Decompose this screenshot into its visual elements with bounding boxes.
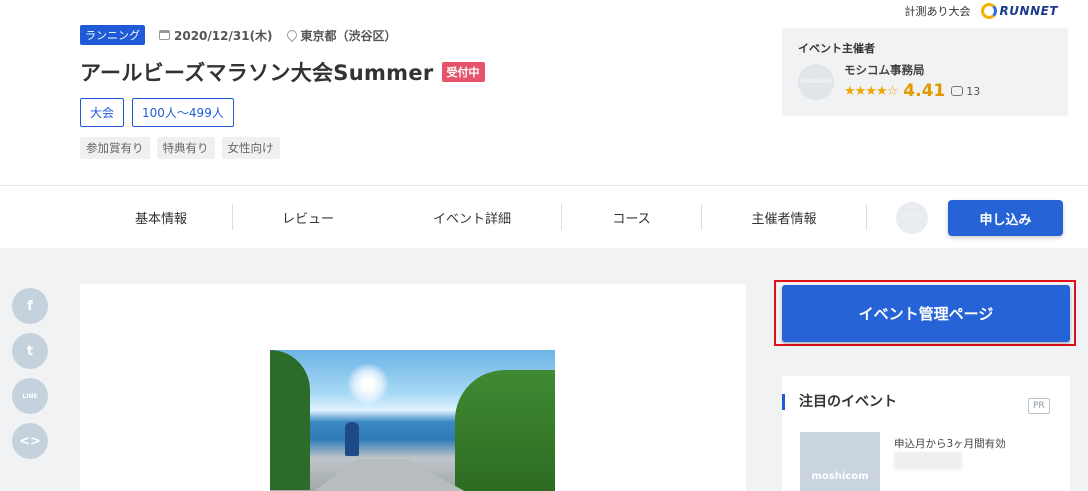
avatar-text: moshicom (800, 78, 832, 85)
outline-tags: 大会 100人〜499人 (80, 98, 760, 127)
runnet-logo-text: RUNNET (999, 4, 1058, 18)
tag-feature[interactable]: 女性向け (221, 137, 280, 159)
featured-event-subtitle[interactable]: 申込月から3ヶ月間有効 (894, 436, 1006, 451)
organizer-info: モシコム事務局 ★★★★☆ 4.41 13 (844, 62, 980, 101)
status-badge: 受付中 (441, 62, 485, 82)
title-row: アールビーズマラソン大会Summer 受付中 (80, 57, 760, 87)
event-meta: ランニング 2020/12/31(木) 東京都（渋谷区） (80, 25, 760, 45)
main-content-card (80, 284, 746, 491)
line-share-icon[interactable]: LINE (12, 378, 48, 414)
twitter-share-icon[interactable]: t (12, 333, 48, 369)
category-badge[interactable]: ランニング (80, 25, 145, 45)
event-date: 2020/12/31(木) (159, 27, 273, 44)
hero-road (310, 459, 470, 491)
nav-tabs: 基本情報 レビュー イベント詳細 コース 主催者情報 (90, 203, 867, 231)
tab-event-details[interactable]: イベント詳細 (383, 203, 561, 231)
tab-reviews[interactable]: レビュー (233, 203, 383, 231)
organizer-name[interactable]: モシコム事務局 (844, 62, 980, 78)
review-count-text: 13 (966, 84, 981, 98)
featured-events-title: 注目のイベント (782, 394, 897, 410)
page-title: アールビーズマラソン大会Summer (80, 61, 434, 85)
embed-code-icon[interactable]: <> (12, 423, 48, 459)
tab-course[interactable]: コース (562, 203, 701, 231)
favorite-heart-icon[interactable]: ♡ (896, 202, 928, 234)
share-buttons: f t LINE <> (12, 288, 48, 459)
review-count[interactable]: 13 (951, 85, 980, 98)
tag-type[interactable]: 大会 (80, 98, 125, 127)
rating-value: 4.41 (903, 81, 946, 101)
hero-trees-left (270, 350, 310, 490)
organizer-card[interactable]: イベント主催者 moshicom モシコム事務局 ★★★★☆ 4.41 13 (782, 28, 1068, 116)
hero-trees-right (455, 370, 555, 491)
pr-badge: PR (1028, 398, 1050, 414)
apply-button[interactable]: 申し込み (948, 200, 1063, 236)
event-management-page-button[interactable]: イベント管理ページ (782, 285, 1070, 342)
featured-event-title-placeholder (894, 452, 962, 470)
facebook-share-icon[interactable]: f (12, 288, 48, 324)
brand-area: 計測あり大会 RUNNET (905, 3, 1058, 19)
feature-tags: 参加賞有り 特典有り 女性向け (80, 137, 760, 159)
event-location: 東京都（渋谷区） (284, 27, 397, 44)
comment-icon (951, 86, 964, 96)
star-rating-icon: ★★★★☆ (844, 83, 898, 99)
calendar-icon (159, 30, 170, 40)
runnet-logo-icon (980, 3, 997, 19)
event-date-text: 2020/12/31(木) (174, 28, 273, 43)
tab-organizer-info[interactable]: 主催者情報 (702, 203, 866, 231)
tab-basic-info[interactable]: 基本情報 (90, 203, 232, 231)
tag-size[interactable]: 100人〜499人 (132, 98, 234, 127)
organizer-label: イベント主催者 (798, 42, 875, 55)
thumbnail-text: moshicom (811, 471, 869, 482)
event-hero-image (270, 350, 555, 491)
featured-event-thumbnail[interactable]: moshicom (800, 432, 880, 491)
event-header: ランニング 2020/12/31(木) 東京都（渋谷区） アールビーズマラソン大… (80, 25, 760, 159)
organizer-rating: ★★★★☆ 4.41 13 (844, 81, 980, 101)
event-location-text: 東京都（渋谷区） (300, 28, 397, 43)
section-nav: 基本情報 レビュー イベント詳細 コース 主催者情報 ♡ 申し込み (0, 185, 1088, 248)
avatar: moshicom (798, 63, 834, 100)
organizer-body: moshicom モシコム事務局 ★★★★☆ 4.41 13 (798, 62, 1052, 101)
tag-feature[interactable]: 特典有り (156, 137, 215, 159)
tag-feature[interactable]: 参加賞有り (80, 137, 150, 159)
hero-sun (348, 364, 388, 404)
brand-text: 計測あり大会 (904, 5, 971, 18)
hero-runner (345, 422, 359, 456)
nav-divider (866, 204, 867, 230)
featured-events-card: 注目のイベント PR moshicom 申込月から3ヶ月間有効 (782, 376, 1070, 491)
location-pin-icon (284, 27, 299, 43)
runnet-logo[interactable]: RUNNET (980, 3, 1058, 19)
